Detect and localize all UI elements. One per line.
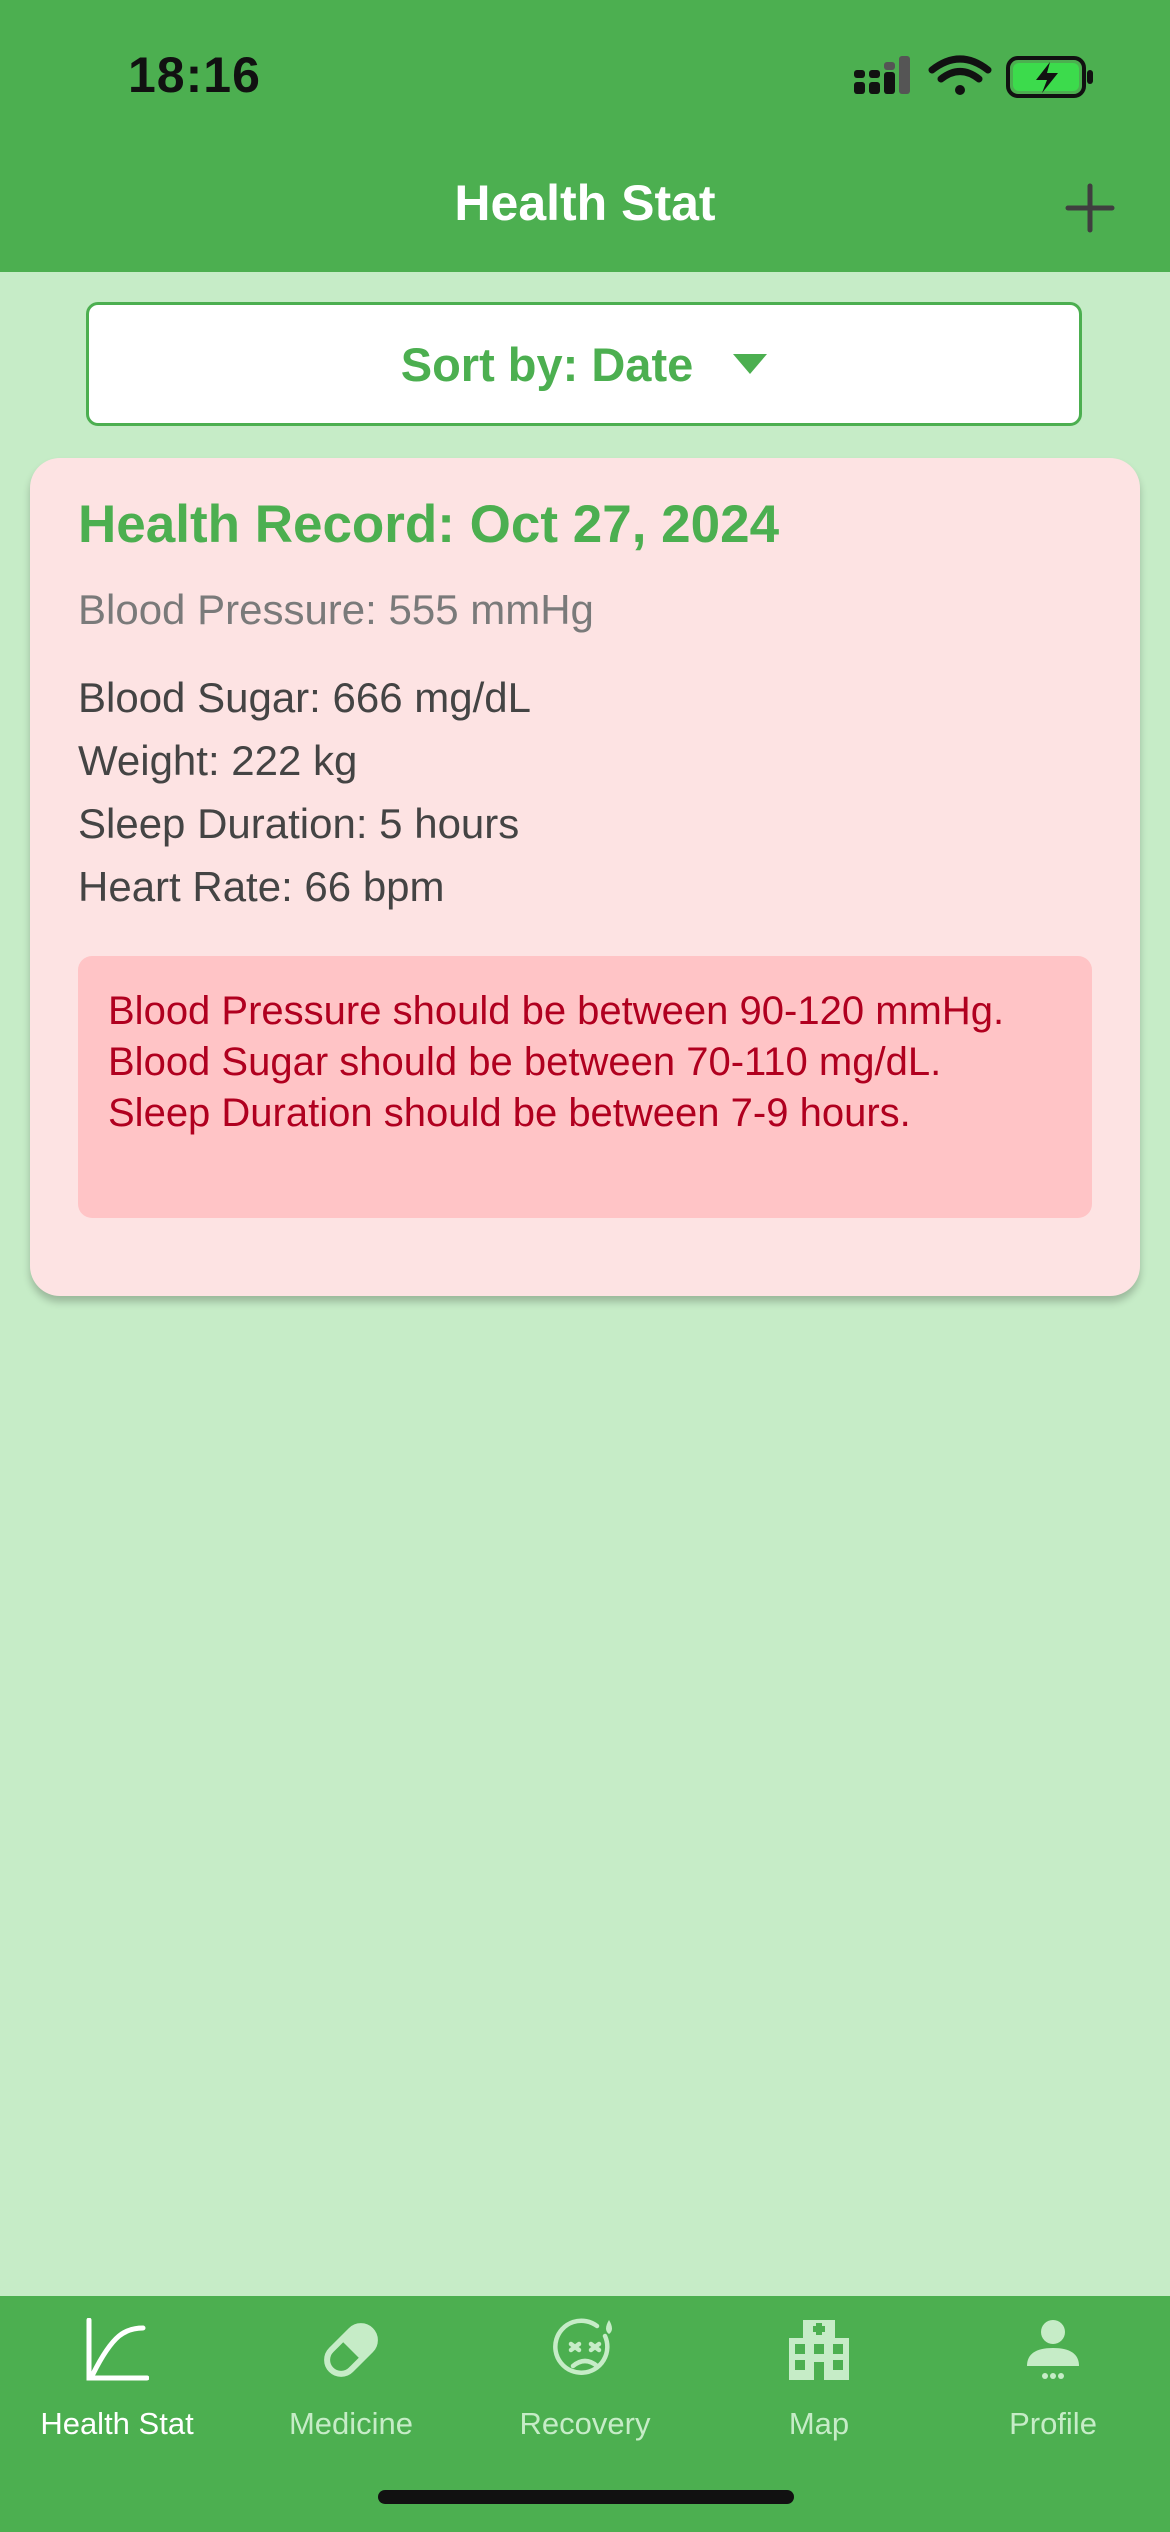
tab-medicine[interactable]: Medicine [234, 2296, 468, 2456]
tab-label: Map [788, 2406, 850, 2441]
signal-icon [854, 56, 910, 94]
recovery-face-icon [553, 2318, 612, 2375]
wifi-icon [928, 55, 992, 95]
plus-icon [1065, 183, 1115, 233]
record-title: Health Record: Oct 27, 2024 [78, 495, 780, 554]
tab-label: Recovery [519, 2406, 651, 2441]
tab-label: Medicine [288, 2406, 414, 2441]
pill-icon [324, 2323, 378, 2377]
add-record-button[interactable] [1060, 178, 1120, 238]
blood-sugar-value: Blood Sugar: 666 mg/dL [78, 674, 531, 721]
tab-recovery[interactable]: Recovery [468, 2296, 702, 2456]
chart-icon [86, 2318, 149, 2381]
warning-sleep-duration: Sleep Duration should be between 7-9 hou… [108, 1091, 911, 1135]
weight-value: Weight: 222 kg [78, 737, 358, 784]
heart-rate-value: Heart Rate: 66 bpm [78, 863, 445, 910]
health-record-card[interactable]: Health Record: Oct 27, 2024 Blood Pressu… [30, 458, 1140, 1296]
sort-label: Sort by: Date [400, 337, 694, 391]
blood-pressure-value: Blood Pressure: 555 mmHg [78, 586, 594, 633]
tab-health-stat[interactable]: Health Stat [0, 2296, 234, 2456]
sort-dropdown[interactable]: Sort by: Date [86, 302, 1082, 426]
caret-down-icon [733, 354, 768, 374]
tab-map[interactable]: Map [702, 2296, 936, 2456]
tab-profile[interactable]: Profile [936, 2296, 1170, 2456]
tab-label: Health Stat [40, 2406, 194, 2441]
page-title: Health Stat [454, 175, 716, 231]
warning-blood-sugar: Blood Sugar should be between 70-110 mg/… [108, 1040, 942, 1084]
warning-box: Blood Pressure should be between 90-120 … [78, 956, 1092, 1218]
tab-label: Profile [1009, 2406, 1097, 2441]
sleep-duration-value: Sleep Duration: 5 hours [78, 800, 520, 847]
status-icons [854, 55, 1093, 98]
app-header: 18:16 Health Stat [0, 0, 1170, 272]
person-icon [1027, 2320, 1079, 2379]
home-indicator [378, 2490, 794, 2504]
battery-charging-icon [1006, 56, 1093, 98]
hospital-icon [789, 2320, 849, 2380]
warning-blood-pressure: Blood Pressure should be between 90-120 … [108, 989, 1005, 1033]
status-time: 18:16 [128, 47, 261, 103]
